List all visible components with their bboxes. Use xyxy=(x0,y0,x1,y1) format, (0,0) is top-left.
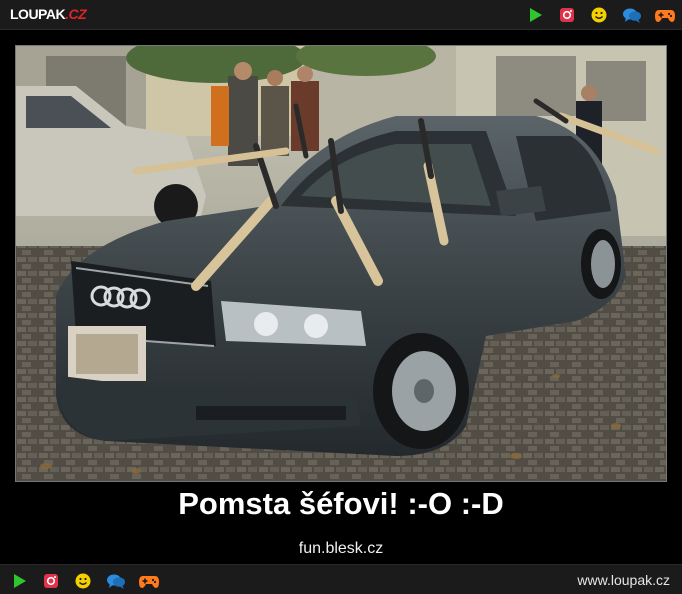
top-bar: LOUPAK.CZ xyxy=(0,0,682,30)
chat-icon[interactable] xyxy=(106,572,125,590)
car-with-pickaxes-photo xyxy=(16,46,666,481)
play-icon[interactable] xyxy=(10,572,28,590)
instagram-icon[interactable] xyxy=(558,6,576,24)
chat-icon[interactable] xyxy=(622,6,641,24)
bottom-icon-bar xyxy=(10,572,159,590)
source-link[interactable]: fun.blesk.cz xyxy=(0,540,682,558)
instagram-icon[interactable] xyxy=(42,572,60,590)
play-icon[interactable] xyxy=(526,6,544,24)
site-logo[interactable]: LOUPAK.CZ xyxy=(10,6,87,22)
gamepad-icon[interactable] xyxy=(654,6,675,24)
site-url-link[interactable]: www.loupak.cz xyxy=(577,572,670,588)
bottom-bar: www.loupak.cz xyxy=(0,564,682,594)
gamepad-icon[interactable] xyxy=(138,572,159,590)
smiley-icon[interactable] xyxy=(590,6,608,24)
photo-frame xyxy=(15,45,667,482)
smiley-icon[interactable] xyxy=(74,572,92,590)
logo-tld: .CZ xyxy=(65,6,87,22)
caption-title: Pomsta šéfovi! :-O :-D xyxy=(178,486,504,521)
top-icon-bar xyxy=(526,6,675,24)
logo-text: LOUPAK xyxy=(10,6,66,22)
